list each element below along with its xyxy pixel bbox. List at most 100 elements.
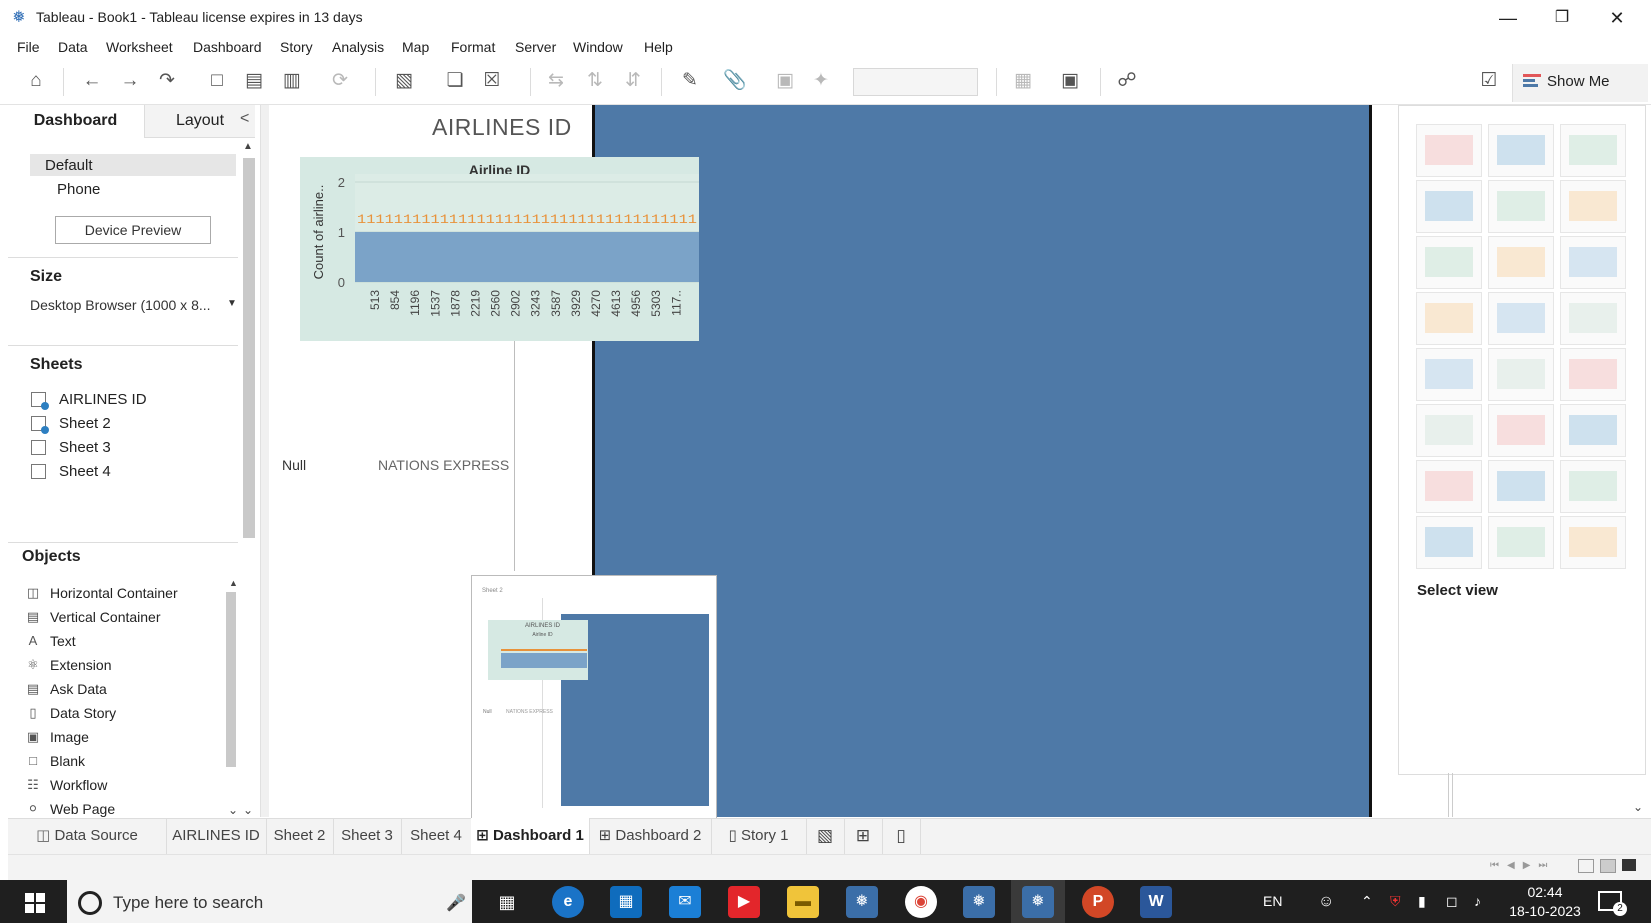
media-player-icon[interactable]: ▶	[728, 886, 760, 918]
chart-type-option[interactable]	[1560, 348, 1626, 401]
sheet-navigation-icon[interactable]: ⏮◀▶⏭	[1490, 860, 1555, 871]
show-filmstrip-icon[interactable]	[1578, 859, 1594, 873]
chart-type-option[interactable]	[1560, 516, 1626, 569]
scroll-up-icon[interactable]: ▲	[243, 141, 253, 152]
redo-icon[interactable]: →	[115, 66, 145, 96]
scroll-up-icon[interactable]: ▲	[229, 578, 238, 588]
share-icon[interactable]: ☍	[1112, 66, 1142, 96]
microphone-icon[interactable]: 🎤	[446, 893, 466, 913]
language-indicator[interactable]: EN	[1263, 893, 1282, 909]
object-image[interactable]: Image	[50, 729, 89, 745]
tab-layout[interactable]: Layout	[144, 105, 255, 138]
chart-type-option[interactable]	[1416, 516, 1482, 569]
menu-file[interactable]: File	[17, 39, 40, 55]
chart-type-option[interactable]	[1560, 460, 1626, 513]
tab-dashboard-2[interactable]: ⊞ Dashboard 2	[589, 818, 712, 854]
restore-button[interactable]: ❐	[1539, 4, 1585, 32]
sheet-item-sheet-4[interactable]: Sheet 4	[59, 463, 111, 480]
tab-sheet-2[interactable]: Sheet 2	[266, 818, 334, 854]
chrome-browser-icon[interactable]: ◉	[905, 886, 937, 918]
presentation-mode-icon[interactable]: ▣	[1055, 66, 1085, 96]
chart-type-option[interactable]	[1560, 124, 1626, 177]
object-vertical-container[interactable]: Vertical Container	[50, 609, 161, 625]
tab-airlines-id[interactable]: AIRLINES ID	[166, 818, 267, 854]
highlight-icon[interactable]: ✎	[675, 66, 705, 96]
object-workflow[interactable]: Workflow	[50, 777, 107, 793]
clear-sheet-icon[interactable]: ☒	[477, 66, 507, 96]
pin-icon[interactable]: ✦	[806, 66, 836, 96]
menu-format[interactable]: Format	[451, 39, 495, 55]
replay-icon[interactable]: ↷	[152, 66, 182, 96]
chart-type-option[interactable]	[1560, 292, 1626, 345]
sheet-item-sheet-3[interactable]: Sheet 3	[59, 439, 111, 456]
chart-type-option[interactable]	[1488, 236, 1554, 289]
microsoft-store-icon[interactable]: ▦	[610, 886, 642, 918]
size-dropdown-chevron-icon[interactable]: ▼	[227, 298, 237, 309]
chart-type-option[interactable]	[1416, 292, 1482, 345]
menu-dashboard[interactable]: Dashboard	[193, 39, 262, 55]
security-icon[interactable]: ⛨	[1390, 893, 1401, 910]
duplicate-icon[interactable]: ❏	[440, 66, 470, 96]
fit-dropdown[interactable]	[853, 68, 978, 96]
chart-type-option[interactable]	[1416, 348, 1482, 401]
tableau-app-icon[interactable]: ❅	[846, 886, 878, 918]
mail-icon[interactable]: ✉	[669, 886, 701, 918]
menu-help[interactable]: Help	[644, 39, 673, 55]
chart-type-option[interactable]	[1416, 236, 1482, 289]
show-sheet-sorter-icon[interactable]	[1600, 859, 1616, 873]
wifi-icon[interactable]: ◻	[1446, 893, 1458, 910]
sheet-item-sheet-2[interactable]: Sheet 2	[59, 415, 111, 432]
sort-descending-icon[interactable]: ⇵	[618, 66, 648, 96]
collapse-panel-icon[interactable]: <	[240, 110, 249, 128]
tab-dashboard[interactable]: Dashboard	[8, 105, 143, 139]
swap-icon[interactable]: ⇆	[541, 66, 571, 96]
tab-data-source[interactable]: ◫ Data Source	[8, 818, 167, 854]
chart-type-option[interactable]	[1488, 348, 1554, 401]
objects-scrollbar-thumb[interactable]	[226, 592, 236, 767]
menu-story[interactable]: Story	[280, 39, 313, 55]
airline-id-chart[interactable]: 2 1 0 Count of airline.. 1111111111111111111…	[300, 157, 699, 341]
chart-type-option[interactable]	[1416, 404, 1482, 457]
tableau-app-icon[interactable]: ❅	[963, 886, 995, 918]
new-data-source-icon[interactable]: ▤	[239, 66, 269, 96]
edge-browser-icon[interactable]: e	[552, 886, 584, 918]
tableau-app-icon[interactable]: ❅	[1022, 886, 1054, 918]
format-painter-icon[interactable]: ☑	[1474, 66, 1504, 96]
object-ask-data[interactable]: Ask Data	[50, 681, 107, 697]
tab-dashboard-1[interactable]: ⊞ Dashboard 1	[471, 818, 590, 854]
minimize-button[interactable]: —	[1485, 4, 1531, 32]
sheet-item-airlines-id[interactable]: AIRLINES ID	[59, 391, 147, 408]
menu-server[interactable]: Server	[515, 39, 556, 55]
scroll-down-icon[interactable]: ⌄	[228, 803, 238, 817]
scroll-down-icon[interactable]: ⌄	[243, 803, 253, 817]
sort-ascending-icon[interactable]: ⇅	[580, 66, 610, 96]
show-cards-icon[interactable]: ▦	[1008, 66, 1038, 96]
save-icon[interactable]: □	[202, 66, 232, 96]
chart-type-option[interactable]	[1488, 516, 1554, 569]
menu-map[interactable]: Map	[402, 39, 429, 55]
object-horizontal-container[interactable]: Horizontal Container	[50, 585, 178, 601]
chart-type-option[interactable]	[1488, 180, 1554, 233]
new-dashboard-icon[interactable]: ⊞	[844, 818, 883, 854]
new-worksheet-icon[interactable]: ▧	[389, 66, 419, 96]
windows-start-icon[interactable]	[25, 893, 45, 913]
object-data-story[interactable]: Data Story	[50, 705, 116, 721]
powerpoint-icon[interactable]: P	[1082, 886, 1114, 918]
chart-type-option[interactable]	[1416, 180, 1482, 233]
clock-date[interactable]: 18-10-2023	[1505, 903, 1585, 919]
label-icon[interactable]: ▣	[770, 66, 800, 96]
people-icon[interactable]: ☺	[1318, 893, 1334, 911]
new-story-icon[interactable]: ▯	[882, 818, 921, 854]
chart-type-option[interactable]	[1488, 460, 1554, 513]
undo-icon[interactable]: ←	[77, 66, 107, 96]
chart-type-option[interactable]	[1488, 292, 1554, 345]
close-button[interactable]: ✕	[1594, 4, 1640, 32]
group-icon[interactable]: 📎	[720, 66, 750, 96]
task-view-icon[interactable]: ▦	[491, 886, 523, 918]
show-tabs-icon[interactable]	[1622, 859, 1636, 871]
chart-type-option[interactable]	[1560, 404, 1626, 457]
battery-icon[interactable]: ▮	[1418, 893, 1426, 910]
device-phone[interactable]: Phone	[57, 181, 100, 198]
chart-type-option[interactable]	[1488, 124, 1554, 177]
chart-type-option[interactable]	[1560, 180, 1626, 233]
